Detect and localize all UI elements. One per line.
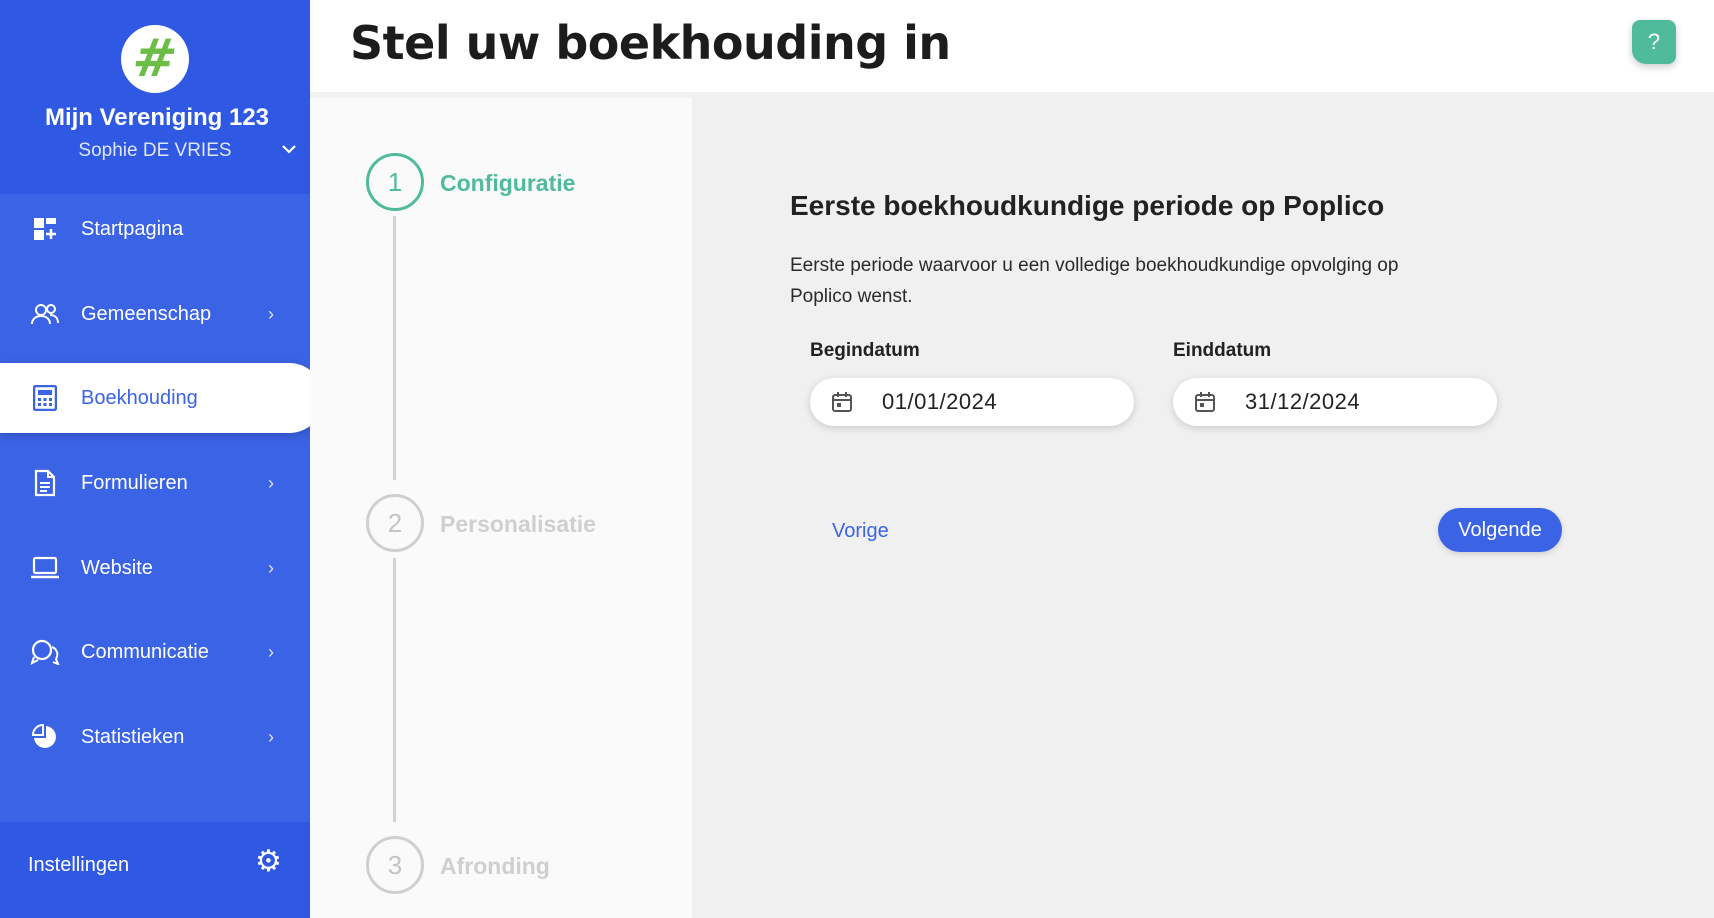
- sidebar-item-communicatie[interactable]: Communicatie ›: [0, 617, 310, 687]
- sidebar-item-startpagina[interactable]: Startpagina: [0, 194, 310, 264]
- step-1-label: Configuratie: [440, 170, 576, 196]
- section-description: Eerste periode waarvoor u een volledige …: [790, 255, 1399, 307]
- gear-icon[interactable]: ⚙: [255, 847, 282, 877]
- end-date-value: 31/12/2024: [1245, 389, 1361, 414]
- sidebar-item-label: Website: [81, 556, 153, 579]
- help-label: ?: [1647, 29, 1661, 54]
- step-3-circle: 3: [366, 836, 424, 894]
- start-date-value: 01/01/2024: [882, 389, 998, 414]
- help-button[interactable]: ?: [1632, 20, 1676, 64]
- end-date-label: Einddatum: [1173, 340, 1272, 361]
- calendar-icon: [830, 390, 854, 414]
- next-button[interactable]: Volgende: [1438, 508, 1562, 552]
- page-title: Stel uw boekhouding in: [350, 16, 951, 70]
- section-title: Eerste boekhoudkundige periode op Poplic…: [790, 190, 1385, 221]
- settings-label: Instellingen: [28, 854, 130, 876]
- sidebar-header[interactable]: # Mijn Vereniging 123 Sophie DE VRIES: [0, 0, 310, 194]
- step-1-circle: 1: [366, 153, 424, 211]
- sidebar-settings[interactable]: Instellingen ⚙: [0, 822, 310, 908]
- sidebar-item-label: Statistieken: [81, 725, 185, 748]
- sidebar-item-formulieren[interactable]: Formulieren ›: [0, 448, 310, 518]
- calculator-icon: [30, 383, 60, 413]
- sidebar-item-gemeenschap[interactable]: Gemeenschap ›: [0, 279, 310, 349]
- laptop-icon: [30, 553, 60, 583]
- chevron-right-icon: ›: [268, 303, 274, 324]
- org-logo: #: [121, 25, 189, 93]
- chevron-right-icon: ›: [268, 557, 274, 578]
- community-icon: [30, 299, 60, 329]
- previous-button[interactable]: Vorige: [832, 520, 889, 543]
- chat-icon: [30, 637, 60, 667]
- start-date-label: Begindatum: [810, 340, 920, 361]
- step-connector: [393, 558, 396, 822]
- sidebar-item-label: Formulieren: [81, 471, 188, 494]
- step-connector: [393, 216, 396, 480]
- chevron-right-icon: ›: [268, 472, 274, 493]
- sidebar-item-label: Gemeenschap: [81, 302, 212, 325]
- sidebar-bottom-strip: [0, 908, 310, 918]
- pie-chart-icon: [30, 722, 60, 752]
- step-2-label: Personalisatie: [440, 511, 596, 537]
- sidebar-item-website[interactable]: Website ›: [0, 533, 310, 603]
- sidebar-item-label: Startpagina: [81, 217, 184, 240]
- step-3-label: Afronding: [440, 853, 550, 879]
- sidebar: # Mijn Vereniging 123 Sophie DE VRIES St…: [0, 0, 324, 918]
- hashtag-logo-icon: #: [128, 29, 181, 89]
- end-date-field[interactable]: 31/12/2024: [1173, 378, 1497, 426]
- calendar-icon: [1193, 390, 1217, 414]
- step-number: 1: [387, 166, 403, 197]
- page-header: Stel uw boekhouding in ?: [310, 0, 1714, 92]
- dashboard-icon: [30, 214, 60, 244]
- step-number: 2: [387, 507, 403, 538]
- next-button-label: Volgende: [1458, 518, 1542, 541]
- sidebar-item-boekhouding[interactable]: Boekhouding: [0, 363, 324, 433]
- user-name: Sophie DE VRIES: [78, 140, 232, 161]
- chevron-down-icon[interactable]: [281, 141, 297, 159]
- org-name: Mijn Vereniging 123: [44, 104, 270, 131]
- chevron-right-icon: ›: [268, 726, 274, 747]
- sidebar-item-label: Boekhouding: [81, 386, 198, 409]
- step-number: 3: [387, 849, 403, 880]
- step-2-circle: 2: [366, 494, 424, 552]
- sidebar-item-statistieken[interactable]: Statistieken ›: [0, 702, 310, 772]
- stepper-panel: 1 Configuratie 2 Personalisatie 3 Afrond…: [310, 98, 692, 918]
- sidebar-item-label: Communicatie: [81, 640, 209, 663]
- chevron-right-icon: ›: [268, 641, 274, 662]
- start-date-field[interactable]: 01/01/2024: [810, 378, 1134, 426]
- main-content: Eerste boekhoudkundige periode op Poplic…: [692, 92, 1714, 918]
- document-icon: [30, 468, 60, 498]
